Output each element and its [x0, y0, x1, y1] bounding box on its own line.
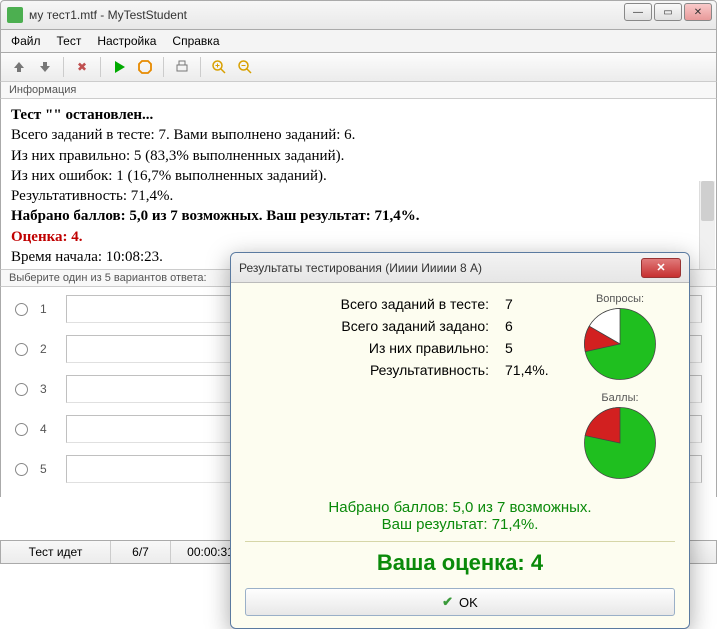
stat-value: 7: [505, 296, 565, 312]
option-number: 3: [40, 382, 54, 396]
results-line2: Из них правильно: 5 (83,3% выполненных з…: [11, 146, 706, 166]
results-line1: Всего заданий в тесте: 7. Вами выполнено…: [11, 125, 706, 145]
ok-label: OK: [459, 595, 478, 610]
play-icon[interactable]: [109, 57, 129, 77]
stat-value: 6: [505, 318, 565, 334]
radio-icon[interactable]: [15, 463, 28, 476]
toolbar: ✖: [0, 52, 717, 82]
option-number: 2: [40, 342, 54, 356]
close-button[interactable]: ✕: [684, 3, 712, 21]
pie-questions-icon: [583, 307, 657, 381]
stat-label: Результативность:: [245, 362, 489, 378]
option-number: 5: [40, 462, 54, 476]
pie-scores-label: Баллы:: [565, 392, 675, 404]
delete-icon[interactable]: ✖: [72, 57, 92, 77]
option-number: 4: [40, 422, 54, 436]
pie-scores-icon: [583, 406, 657, 480]
pie-questions-label: Вопросы:: [565, 293, 675, 305]
results-line5: Набрано баллов: 5,0 из 7 возможных. Ваш …: [11, 208, 420, 224]
minimize-button[interactable]: —: [624, 3, 652, 21]
stat-label: Всего заданий задано:: [245, 318, 489, 334]
option-number: 1: [40, 302, 54, 316]
maximize-button[interactable]: ▭: [654, 3, 682, 21]
up-icon[interactable]: [9, 57, 29, 77]
window-title: му тест1.mtf - MyTestStudent: [29, 8, 710, 22]
stat-value: 5: [505, 340, 565, 356]
status-progress: 6/7: [111, 541, 171, 563]
dialog-title: Результаты тестирования (Ииии Иииии 8 А): [239, 261, 641, 275]
menubar: Файл Тест Настройка Справка: [0, 30, 717, 52]
radio-icon[interactable]: [15, 303, 28, 316]
menu-file[interactable]: Файл: [11, 34, 41, 48]
stat-value: 71,4%.: [505, 362, 565, 378]
dialog-close-button[interactable]: ✕: [641, 258, 681, 278]
results-line3: Из них ошибок: 1 (16,7% выполненных зада…: [11, 166, 706, 186]
app-icon: [7, 7, 23, 23]
check-icon: ✔: [442, 594, 453, 610]
zoom-in-icon[interactable]: [209, 57, 229, 77]
menu-help[interactable]: Справка: [172, 34, 219, 48]
stat-label: Всего заданий в тесте:: [245, 296, 489, 312]
final-grade: Ваша оценка: 4: [245, 550, 675, 576]
scrollbar-thumb[interactable]: [701, 181, 714, 221]
radio-icon[interactable]: [15, 383, 28, 396]
results-grade: Оценка: 4.: [11, 227, 706, 247]
info-header: Информация: [0, 82, 717, 99]
window-titlebar: му тест1.mtf - MyTestStudent — ▭ ✕: [0, 0, 717, 30]
down-icon[interactable]: [35, 57, 55, 77]
status-state: Тест идет: [1, 541, 111, 563]
radio-icon[interactable]: [15, 343, 28, 356]
zoom-out-icon[interactable]: [235, 57, 255, 77]
stats-table: Всего заданий в тесте: 7 Всего заданий за…: [245, 293, 565, 491]
menu-test[interactable]: Тест: [57, 34, 82, 48]
results-text: Тест "" остановлен... Всего заданий в те…: [0, 99, 717, 269]
radio-icon[interactable]: [15, 423, 28, 436]
stat-label: Из них правильно:: [245, 340, 489, 356]
scrollbar[interactable]: [699, 181, 715, 269]
dialog-titlebar: Результаты тестирования (Ииии Иииии 8 А)…: [231, 253, 689, 283]
menu-settings[interactable]: Настройка: [97, 34, 156, 48]
results-line4: Результативность: 71,4%.: [11, 186, 706, 206]
results-dialog: Результаты тестирования (Ииии Иииии 8 А)…: [230, 252, 690, 629]
score-summary: Набрано баллов: 5,0 из 7 возможных. Ваш …: [245, 499, 675, 533]
print-icon[interactable]: [172, 57, 192, 77]
results-stopped: Тест "" остановлен...: [11, 107, 153, 123]
stop-icon[interactable]: [135, 57, 155, 77]
ok-button[interactable]: ✔ OK: [245, 588, 675, 616]
